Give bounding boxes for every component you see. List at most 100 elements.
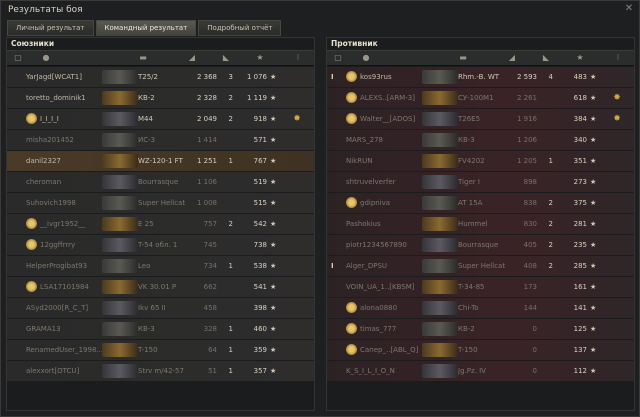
xp-value: 125 xyxy=(573,325,587,333)
xp-value: 515 xyxy=(253,199,267,207)
kills-icon[interactable]: ◣ xyxy=(221,53,231,62)
close-icon[interactable]: ✕ xyxy=(623,3,635,15)
enemies-row[interactable]: Сапер_..[ABL_Q] T-150 0 137 ★ xyxy=(327,340,634,360)
damage-value: 1 251 xyxy=(196,157,217,165)
diamond-icon xyxy=(346,302,357,313)
xp-icon[interactable]: ★ xyxy=(575,53,585,62)
kills-value: 1 xyxy=(228,157,233,165)
squad-number: I xyxy=(331,73,334,81)
enemies-row[interactable]: ALEXS..[ARM-3] СУ-100М1 2 261 618 ★ ✸ xyxy=(327,88,634,108)
squad-icon[interactable]: ▢ xyxy=(13,53,23,62)
tank-name: Chi-To xyxy=(458,304,479,312)
xp-value: 273 xyxy=(573,178,587,186)
enemies-row[interactable]: piotr1234567890 Bourrasque 405 2 235 ★ xyxy=(327,235,634,255)
gear-badge-icon xyxy=(346,197,357,208)
xp-value: 483 xyxy=(573,73,587,81)
tank-name: КВ-3 xyxy=(458,136,475,144)
damage-icon[interactable]: ◢ xyxy=(507,53,517,62)
xp-value: 281 xyxy=(573,220,587,228)
allies-row[interactable]: misha201452 ИС-3 1 414 571 ★ xyxy=(7,130,314,150)
tank-name: Ikv 65 II xyxy=(138,304,166,312)
tank-icon[interactable]: ▬ xyxy=(132,53,154,62)
tank-name: WZ-120-1 FT xyxy=(138,157,183,165)
star-rank-icon xyxy=(346,323,357,334)
enemies-row[interactable]: VOIN_UA_1..[KBSM] T-34-85 173 161 ★ xyxy=(327,277,634,297)
xp-star-icon: ★ xyxy=(590,199,597,207)
tank-image xyxy=(102,112,138,126)
damage-icon[interactable]: ◢ xyxy=(187,53,197,62)
damage-value: 2 593 xyxy=(516,73,537,81)
xp-star-icon: ★ xyxy=(270,283,277,291)
allies-row[interactable]: I_I_I_I M44 2 049 2 918 ★ ✸ xyxy=(7,109,314,129)
enemies-row[interactable]: shtruvelverfer Tiger I 898 273 ★ xyxy=(327,172,634,192)
tank-name: E 25 xyxy=(138,220,154,228)
allies-row[interactable]: YarJagd[WCAT1] T25/2 2 368 3 1 076 ★ xyxy=(7,67,314,87)
player-icon[interactable]: ● xyxy=(41,53,51,62)
xp-value: 285 xyxy=(573,262,587,270)
enemies-row[interactable]: Ikos93rus Rhm.-B. WT 2 593 4 483 ★ xyxy=(327,67,634,87)
enemies-row[interactable]: timas_777 КВ-2 0 125 ★ xyxy=(327,319,634,339)
damage-value: 2 261 xyxy=(516,94,537,102)
tank-image xyxy=(102,280,138,294)
medal-icon[interactable]: ✸ xyxy=(610,88,624,108)
enemies-row[interactable]: NikRUN FV4202 1 205 1 351 ★ xyxy=(327,151,634,171)
lion-icon xyxy=(346,71,357,82)
tank-image xyxy=(102,91,138,105)
allies-row[interactable]: cheroman Bourrasque 1 106 519 ★ xyxy=(7,172,314,192)
kills-value: 2 xyxy=(548,199,553,207)
medal-icon[interactable]: ⁝ xyxy=(293,53,303,62)
allies-row[interactable]: Suhovich1998 Super Hellcat 1 008 515 ★ xyxy=(7,193,314,213)
xp-star-icon: ★ xyxy=(270,262,277,270)
damage-value: 1 414 xyxy=(196,136,217,144)
kills-icon[interactable]: ◣ xyxy=(541,53,551,62)
tank-name: T26E5 xyxy=(458,115,481,123)
tank-name: КВ-2 xyxy=(458,325,475,333)
tank-name: FV4202 xyxy=(458,157,485,165)
medal-icon[interactable]: ⁝ xyxy=(613,53,623,62)
player-icon[interactable]: ● xyxy=(361,53,371,62)
enemies-row[interactable]: K_S_I_L_I_O_N Jg.Pz. IV 0 112 ★ xyxy=(327,361,634,381)
xp-star-icon: ★ xyxy=(590,220,597,228)
tab-team-result[interactable]: Командный результат xyxy=(95,20,197,36)
allies-row[interactable]: ASyd2000[R_C_T] Ikv 65 II 458 398 ★ xyxy=(7,298,314,318)
medal-icon[interactable]: ✸ xyxy=(290,109,304,129)
damage-value: 0 xyxy=(532,325,537,333)
allies-row[interactable]: __ivgr1952__ E 25 757 2 542 ★ xyxy=(7,214,314,234)
xp-star-icon: ★ xyxy=(590,304,597,312)
xp-star-icon: ★ xyxy=(590,178,597,186)
allies-row[interactable]: LSA17101984 VK 30.01 P 662 541 ★ xyxy=(7,277,314,297)
xp-star-icon: ★ xyxy=(270,199,277,207)
tank-icon[interactable]: ▬ xyxy=(452,53,474,62)
allies-row[interactable]: GRAMA13 КВ-3 328 1 460 ★ xyxy=(7,319,314,339)
enemies-row[interactable]: Pashokius Hummel 830 2 281 ★ xyxy=(327,214,634,234)
enemies-row[interactable]: alona0880 Chi-To 144 141 ★ xyxy=(327,298,634,318)
tank-image xyxy=(422,70,458,84)
enemies-row[interactable]: Walter__[ADOS] T26E5 1 916 384 ★ ✸ xyxy=(327,109,634,129)
medal-icon[interactable]: ✸ xyxy=(610,109,624,129)
enemies-row[interactable]: MARS_278 КВ-3 1 206 340 ★ xyxy=(327,130,634,150)
xp-icon[interactable]: ★ xyxy=(255,53,265,62)
kills-value: 2 xyxy=(548,241,553,249)
tank-name: СУ-100М1 xyxy=(458,94,494,102)
squad-icon[interactable]: ▢ xyxy=(333,53,343,62)
allies-row[interactable]: 12ggffrrry T-54 обл. 1 745 738 ★ xyxy=(7,235,314,255)
damage-value: 838 xyxy=(523,199,537,207)
tank-image xyxy=(422,364,458,378)
tab-personal-result[interactable]: Личный результат xyxy=(7,20,94,36)
enemies-row[interactable]: gdipniva AT 15A 838 2 375 ★ xyxy=(327,193,634,213)
xp-value: 767 xyxy=(253,157,267,165)
enemies-row[interactable]: I Alger_DPSU Super Hellcat 408 2 285 ★ xyxy=(327,256,634,276)
tank-image xyxy=(102,196,138,210)
allies-row[interactable]: danil2327 WZ-120-1 FT 1 251 1 767 ★ xyxy=(7,151,314,171)
xp-star-icon: ★ xyxy=(590,325,597,333)
tab-detailed-report[interactable]: Подробный отчёт xyxy=(198,20,282,36)
allies-row[interactable]: toretto_dominik1 КВ-2 2 328 2 1 119 ★ xyxy=(7,88,314,108)
allies-row[interactable]: alexxort[OTCU] Strv m/42-57 51 1 357 ★ xyxy=(7,361,314,381)
damage-value: 64 xyxy=(208,346,217,354)
allies-row[interactable]: RenamedUser_1998... T-150 64 1 359 ★ xyxy=(7,340,314,360)
tank-image xyxy=(422,91,458,105)
tank-image xyxy=(102,343,138,357)
xp-star-icon: ★ xyxy=(590,262,597,270)
allies-row[interactable]: HelperProgibat93 Leo 734 1 538 ★ xyxy=(7,256,314,276)
xp-value: 137 xyxy=(573,346,587,354)
